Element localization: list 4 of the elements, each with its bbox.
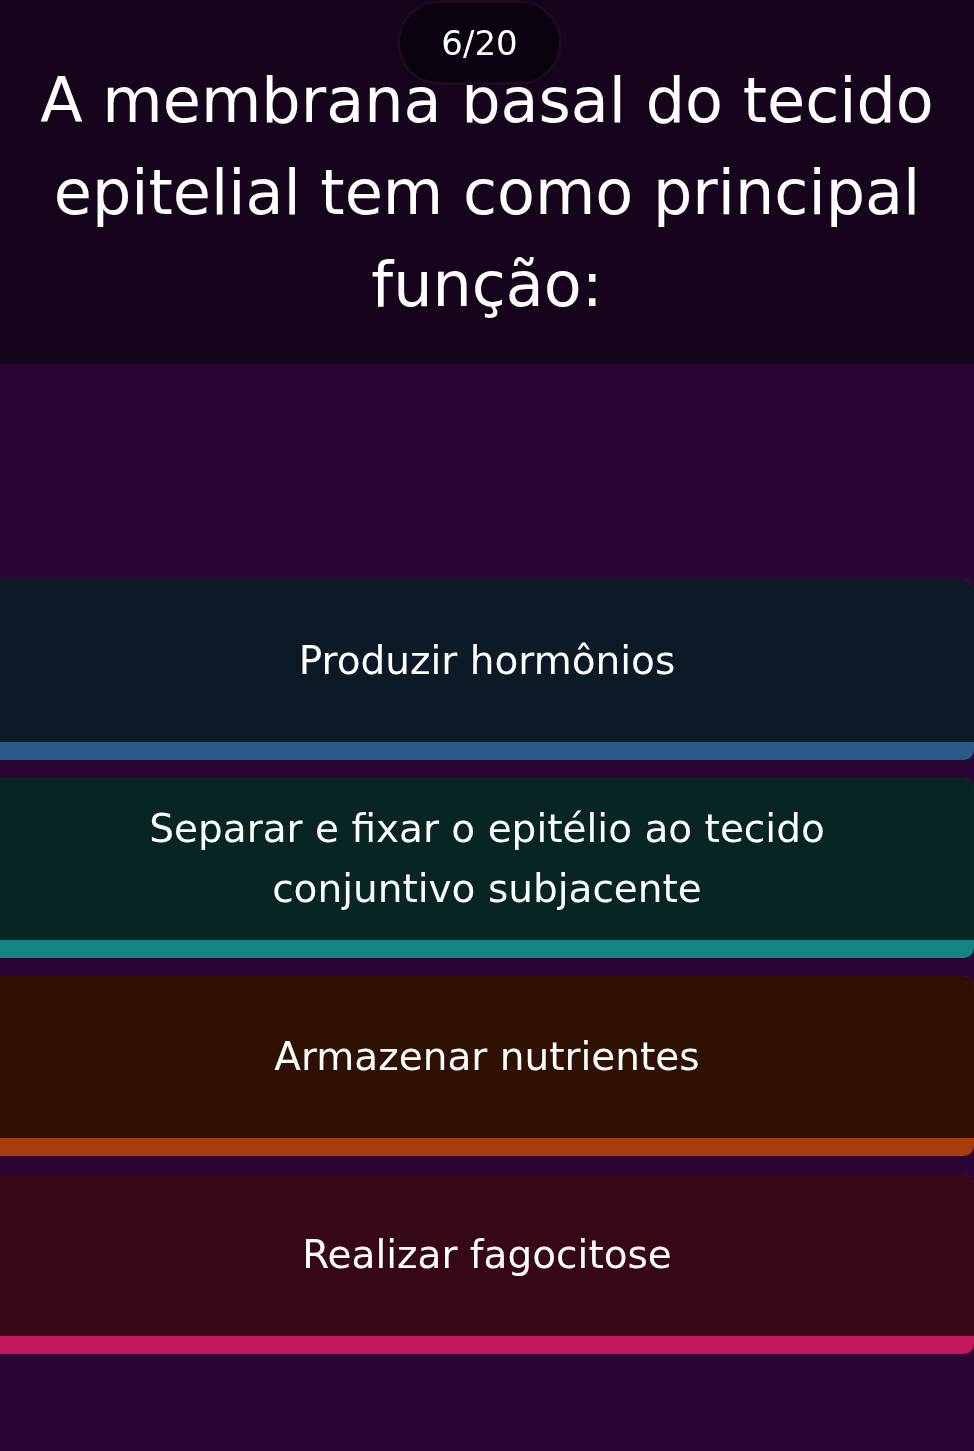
answer-button[interactable]: Armazenar nutrientes (0, 976, 974, 1156)
answer-button[interactable]: Produzir hormônios (0, 580, 974, 760)
answer-button[interactable]: Realizar fagocitose (0, 1174, 974, 1354)
answer-button[interactable]: Separar e fixar o epitélio ao tecido conjuntivo subjacente (0, 778, 974, 958)
